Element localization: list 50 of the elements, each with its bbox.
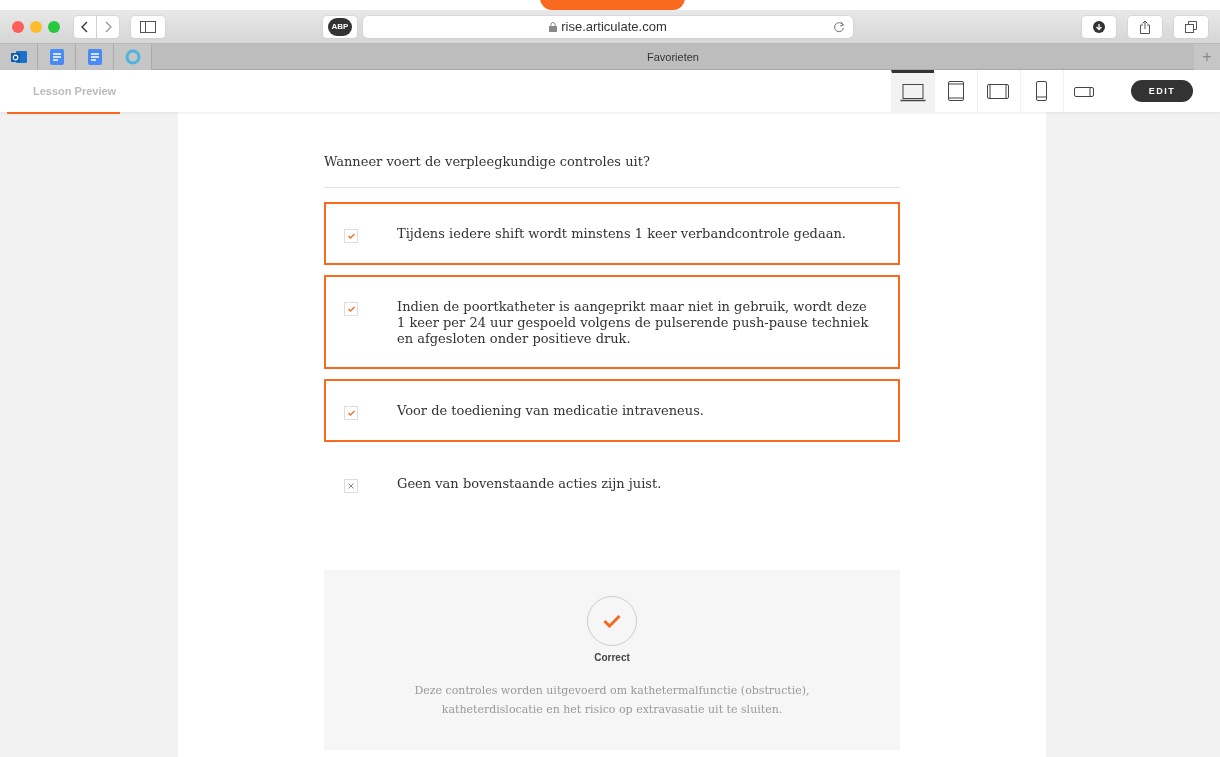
- forward-icon: [104, 20, 112, 33]
- reload-icon[interactable]: [833, 20, 845, 33]
- check-icon: [603, 614, 621, 628]
- mail-icon: [10, 49, 27, 64]
- address-text: rise.articulate.com: [561, 19, 667, 34]
- sidebar-button[interactable]: [131, 15, 165, 38]
- adblock-icon: ABP: [328, 17, 352, 36]
- address-field[interactable]: rise.articulate.com: [363, 15, 853, 38]
- answer-text: Voor de toediening van medicatie intraveneus.: [397, 403, 704, 419]
- answer-option[interactable]: Geen van bovenstaande acties zijn juist.: [324, 452, 900, 515]
- question-text: Wanneer voert de verpleegkundige controles uit?: [324, 154, 900, 188]
- checkbox[interactable]: [344, 229, 358, 243]
- tablet-landscape-icon: [986, 81, 1012, 101]
- check-icon: [347, 410, 355, 416]
- edit-button[interactable]: EDIT: [1131, 80, 1193, 102]
- answer-text: Tijdens iedere shift wordt minstens 1 keer verbandcontrole gedaan.: [397, 226, 846, 242]
- ring-icon: [124, 48, 141, 65]
- explanation-text: Deze controles worden uitgevoerd om kathetermalfunctie (obstructie), katheterdislocatie en het risico op extravasatie uit te sluiten.: [413, 683, 811, 718]
- check-icon: [347, 306, 355, 312]
- adblock-button[interactable]: ABP: [323, 15, 357, 38]
- back-icon: [81, 20, 89, 33]
- tabs-button[interactable]: [1174, 15, 1208, 38]
- lock-icon: [549, 21, 558, 32]
- answer-option[interactable]: Voor de toediening van medicatie intraveneus.: [324, 379, 900, 442]
- download-button[interactable]: [1082, 15, 1116, 38]
- tabs-icon: [1185, 20, 1197, 33]
- checkbox[interactable]: [344, 406, 358, 420]
- share-button[interactable]: [1128, 15, 1162, 38]
- answer-text: Geen van bovenstaande acties zijn juist.: [397, 476, 662, 492]
- checkbox[interactable]: [344, 302, 358, 316]
- answer-option[interactable]: Tijdens iedere shift wordt minstens 1 keer verbandcontrole gedaan.: [324, 202, 900, 265]
- cross-icon: [348, 483, 354, 489]
- document-app-button[interactable]: [38, 43, 76, 70]
- laptop-icon: [900, 82, 926, 103]
- sidebar-icon: [140, 20, 156, 33]
- checkbox[interactable]: [344, 479, 358, 493]
- answer-option[interactable]: Indien de poortkatheter is aangeprikt maar niet in gebruik, wordt deze 1 keer per 24 uur gespoeld volgens de pulserende push-pause techniek en afgesloten onder positieve druk.: [324, 275, 900, 369]
- check-icon: [347, 233, 355, 239]
- share-icon: [1139, 19, 1151, 34]
- document-icon: [87, 48, 102, 65]
- result-label: Correct: [594, 652, 630, 663]
- back-button[interactable]: [74, 15, 96, 38]
- answer-text: Indien de poortkatheter is aangeprikt maar niet in gebruik, wordt deze 1 keer per 24 uur gespoeld volgens de pulserende push-pause techniek en afgesloten onder positieve druk.: [397, 299, 870, 347]
- mail-app-button[interactable]: [0, 43, 38, 70]
- download-icon: [1093, 20, 1105, 33]
- document-app-button[interactable]: [76, 43, 114, 70]
- device-preview-tab[interactable]: [891, 70, 934, 112]
- close-icon[interactable]: [12, 20, 24, 33]
- favorites-label: Favorieten: [646, 50, 700, 63]
- document-icon: [49, 48, 64, 65]
